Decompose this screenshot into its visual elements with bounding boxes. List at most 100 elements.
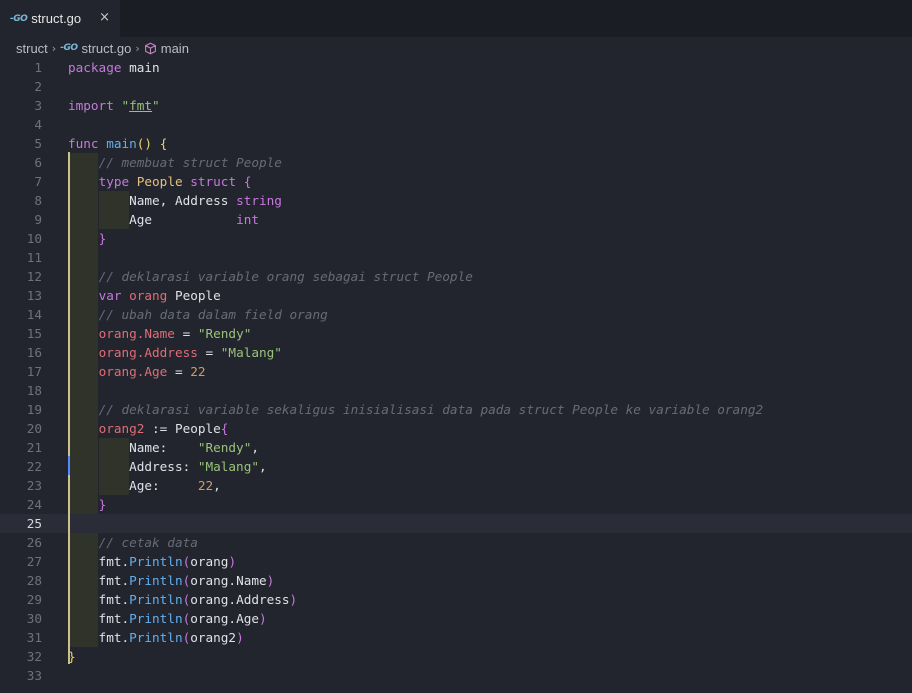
code-line[interactable]: 5 func main() { bbox=[0, 134, 912, 153]
chevron-right-icon: › bbox=[135, 41, 140, 55]
code-line[interactable]: 8 Name, Address string bbox=[0, 191, 912, 210]
code-text: fmt.Println(orang.Address) bbox=[68, 590, 298, 609]
code-token: int bbox=[236, 212, 259, 227]
code-token: := People bbox=[144, 421, 221, 436]
code-line[interactable]: 32} bbox=[0, 647, 912, 666]
line-number: 4 bbox=[34, 117, 42, 132]
code-line[interactable]: 18 bbox=[0, 381, 912, 400]
code-line[interactable]: 19 // deklarasi variable sekaligus inisi… bbox=[0, 400, 912, 419]
code-line[interactable]: 29 fmt.Println(orang.Address) bbox=[0, 590, 912, 609]
line-number: 31 bbox=[26, 630, 42, 645]
line-number: 15 bbox=[26, 326, 42, 341]
cube-icon bbox=[144, 42, 157, 55]
code-line[interactable]: 20 orang2 := People{ bbox=[0, 419, 912, 438]
code-line[interactable]: 31 fmt.Println(orang2) bbox=[0, 628, 912, 647]
code-line[interactable]: 6 // membuat struct People bbox=[0, 153, 912, 172]
breadcrumb-symbol[interactable]: main bbox=[161, 41, 189, 56]
code-token: fmt. bbox=[68, 592, 130, 607]
code-token: orang.Address bbox=[190, 592, 290, 607]
code-token: Age bbox=[68, 212, 237, 227]
code-text: Address: "Malang", bbox=[68, 457, 267, 476]
code-line[interactable]: 27 fmt.Println(orang) bbox=[0, 552, 912, 571]
line-number: 16 bbox=[26, 345, 42, 360]
code-line[interactable]: 15 orang.Name = "Rendy" bbox=[0, 324, 912, 343]
code-text: orang.Age = 22 bbox=[68, 362, 206, 381]
code-line[interactable]: 11 bbox=[0, 248, 912, 267]
code-line[interactable]: 17 orang.Age = 22 bbox=[0, 362, 912, 381]
line-number: 25 bbox=[26, 516, 42, 531]
code-text: Name: "Rendy", bbox=[68, 438, 259, 457]
tab-bar: -GO struct.go × bbox=[0, 0, 912, 37]
code-text: orang.Name = "Rendy" bbox=[68, 324, 252, 343]
line-number: 11 bbox=[26, 250, 42, 265]
code-token: { bbox=[243, 174, 252, 189]
tab-struct-go[interactable]: -GO struct.go × bbox=[0, 0, 120, 37]
code-line[interactable]: 21 Name: "Rendy", bbox=[0, 438, 912, 457]
code-token: fmt. bbox=[68, 573, 130, 588]
breadcrumb-folder[interactable]: struct bbox=[16, 41, 48, 56]
code-line[interactable]: 10 } bbox=[0, 229, 912, 248]
code-line[interactable]: 30 fmt.Println(orang.Age) bbox=[0, 609, 912, 628]
code-token: // deklarasi variable orang sebagai stru… bbox=[98, 269, 473, 284]
code-token: // ubah data dalam field orang bbox=[98, 307, 328, 322]
line-number: 28 bbox=[26, 573, 42, 588]
text-cursor bbox=[68, 456, 70, 475]
code-text: fmt.Println(orang.Name) bbox=[68, 571, 275, 590]
code-token: Println bbox=[129, 611, 183, 626]
code-token: "Rendy" bbox=[197, 326, 252, 341]
code-line[interactable]: 24 } bbox=[0, 495, 912, 514]
code-line[interactable]: 2 bbox=[0, 77, 912, 96]
code-editor[interactable]: 1 package main 2 3 import "fmt" 4 5 func main()… bbox=[0, 58, 912, 685]
code-token: struct bbox=[190, 174, 237, 189]
code-token: } bbox=[98, 231, 107, 246]
line-number: 6 bbox=[34, 155, 42, 170]
code-token: ) bbox=[258, 611, 267, 626]
code-token: Address: bbox=[68, 459, 198, 474]
line-number: 26 bbox=[26, 535, 42, 550]
code-token: Age: bbox=[68, 478, 198, 493]
line-number: 22 bbox=[26, 459, 42, 474]
code-line[interactable]: 3 import "fmt" bbox=[0, 96, 912, 115]
code-token: orang.Address bbox=[98, 345, 198, 360]
code-token: ) bbox=[228, 554, 237, 569]
line-number: 8 bbox=[34, 193, 42, 208]
code-text: Name, Address string bbox=[68, 191, 282, 210]
code-token: import bbox=[68, 98, 114, 113]
code-line[interactable]: 4 bbox=[0, 115, 912, 134]
code-token: 22 bbox=[197, 478, 214, 493]
code-text: orang.Address = "Malang" bbox=[68, 343, 282, 362]
code-line[interactable]: 9 Age int bbox=[0, 210, 912, 229]
code-token: // cetak data bbox=[98, 535, 198, 550]
code-line[interactable]: 16 orang.Address = "Malang" bbox=[0, 343, 912, 362]
code-token: fmt. bbox=[68, 554, 130, 569]
code-line[interactable]: 7 type People struct { bbox=[0, 172, 912, 191]
code-text: fmt.Println(orang) bbox=[68, 552, 237, 571]
code-token: fmt. bbox=[68, 611, 130, 626]
code-line[interactable]: 1 package main bbox=[0, 58, 912, 77]
code-token: People bbox=[136, 174, 183, 189]
code-token: "Malang" bbox=[197, 459, 259, 474]
code-text: Age: 22, bbox=[68, 476, 221, 495]
code-token: "Rendy" bbox=[197, 440, 252, 455]
code-line[interactable]: 28 fmt.Println(orang.Name) bbox=[0, 571, 912, 590]
code-token: "Malang" bbox=[220, 345, 282, 360]
code-token: Name: bbox=[68, 440, 198, 455]
code-text: } bbox=[68, 229, 107, 248]
code-line[interactable]: 26 // cetak data bbox=[0, 533, 912, 552]
code-token: = bbox=[174, 326, 198, 341]
code-line[interactable]: 22 Address: "Malang", bbox=[0, 457, 912, 476]
breadcrumb-file[interactable]: struct.go bbox=[81, 41, 131, 56]
code-line[interactable]: 14 // ubah data dalam field orang bbox=[0, 305, 912, 324]
code-token: Println bbox=[129, 554, 183, 569]
code-line[interactable]: 13 var orang People bbox=[0, 286, 912, 305]
code-line[interactable]: 23 Age: 22, bbox=[0, 476, 912, 495]
go-file-icon: -GO bbox=[10, 13, 28, 24]
code-line[interactable]: 33 bbox=[0, 666, 912, 685]
close-icon[interactable]: × bbox=[99, 10, 110, 25]
code-line[interactable]: 25 bbox=[0, 514, 912, 533]
code-line[interactable]: 12 // deklarasi variable orang sebagai s… bbox=[0, 267, 912, 286]
